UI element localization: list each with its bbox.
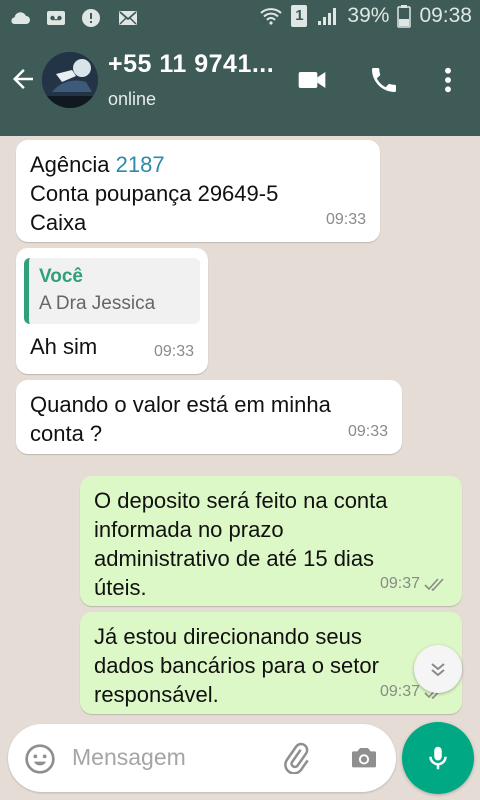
- battery-icon: [397, 5, 412, 28]
- contact-name[interactable]: +55 11 9741...: [108, 50, 274, 79]
- quoted-message[interactable]: Você A Dra Jessica: [24, 258, 200, 324]
- avatar[interactable]: [42, 52, 98, 108]
- message-time: 09:37: [380, 569, 448, 598]
- message-text: conta ?: [30, 421, 103, 446]
- back-arrow-icon[interactable]: [8, 64, 38, 94]
- quote-text: A Dra Jessica: [39, 293, 156, 314]
- paperclip-icon[interactable]: [280, 742, 312, 774]
- camera-icon[interactable]: [348, 742, 380, 774]
- system-status: 1 39% 09:38: [259, 4, 472, 28]
- message-text: Agência: [30, 152, 116, 177]
- message-incoming[interactable]: Agência 2187 Conta poupança 29649-5 Caix…: [16, 140, 380, 242]
- message-text: Caixa: [30, 210, 87, 235]
- message-input[interactable]: Mensagem: [72, 744, 186, 771]
- message-text: Ah sim: [30, 334, 98, 359]
- quote-author: Você: [39, 266, 84, 287]
- message-text: O deposito será feito na conta: [94, 488, 388, 513]
- message-time: 09:33: [153, 343, 194, 360]
- message-text: Conta poupança 29649-5: [30, 181, 279, 206]
- message-text: dados bancários para o setor: [94, 653, 379, 678]
- message-time: 09:33: [325, 211, 366, 228]
- mic-icon: [429, 746, 447, 770]
- chevron-double-down-icon: [431, 663, 445, 677]
- message-text: Quando o valor está em minha: [30, 392, 331, 417]
- signal-icon: [318, 8, 337, 25]
- emoji-icon[interactable]: [24, 743, 56, 775]
- message-outgoing[interactable]: Já estou direcionando seus dados bancári…: [80, 612, 462, 714]
- battery-percent: 39%: [347, 4, 390, 27]
- video-call-icon[interactable]: [296, 64, 328, 96]
- message-text: Já estou direcionando seus: [94, 624, 362, 649]
- double-check-icon: [424, 577, 444, 591]
- chat-header: +55 11 9741... online: [0, 36, 480, 136]
- mail-icon: [119, 11, 137, 25]
- notification-icons: [8, 6, 140, 30]
- status-bar: 1 39% 09:38: [0, 0, 480, 36]
- message-incoming[interactable]: Você A Dra Jessica Ah sim 09:33: [16, 248, 208, 374]
- more-vert-icon[interactable]: [432, 64, 464, 96]
- phone-icon[interactable]: [368, 64, 400, 96]
- message-outgoing[interactable]: O deposito será feito na conta informada…: [80, 476, 462, 606]
- sim-badge: 1: [291, 5, 308, 27]
- message-text: informada no prazo: [94, 517, 284, 542]
- voicemail-icon: [47, 11, 65, 25]
- scroll-to-bottom-button[interactable]: [414, 645, 462, 693]
- message-incoming[interactable]: Quando o valor está em minha conta ? 09:…: [16, 380, 402, 454]
- contact-status: online: [108, 89, 157, 109]
- wifi-icon: [260, 8, 283, 25]
- alert-icon: [82, 9, 100, 27]
- clock: 09:38: [419, 4, 472, 27]
- phone-link[interactable]: 2187: [116, 152, 165, 177]
- cloud-icon: [11, 12, 30, 24]
- composer: Mensagem: [8, 724, 396, 792]
- voice-message-button[interactable]: [402, 722, 474, 794]
- message-list[interactable]: Agência 2187 Conta poupança 29649-5 Caix…: [0, 136, 480, 720]
- message-time: 09:33: [347, 423, 388, 440]
